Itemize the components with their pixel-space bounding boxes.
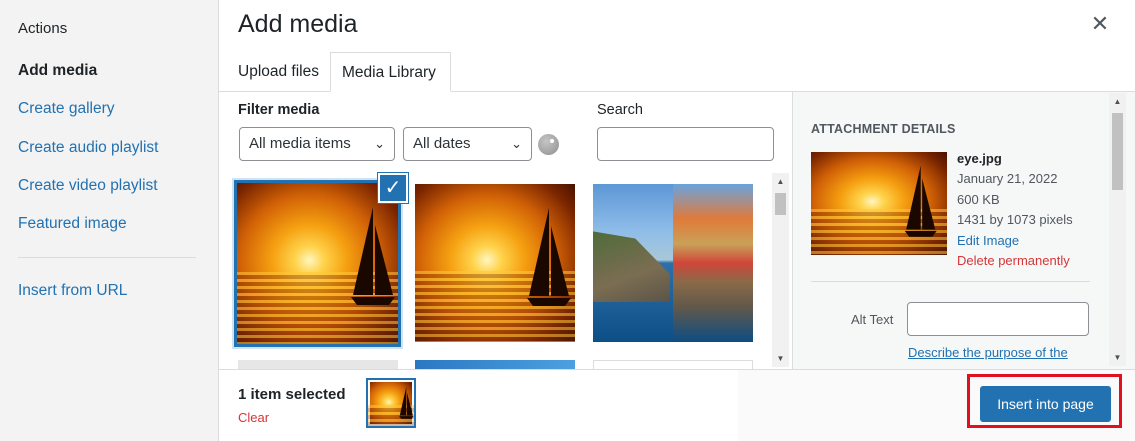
sailboat-graphic bbox=[904, 165, 937, 237]
modal-title: Add media bbox=[238, 10, 358, 38]
clear-selection-link[interactable]: Clear bbox=[238, 410, 269, 425]
alt-text-label: Alt Text bbox=[851, 312, 894, 327]
menu-item-create-video-playlist[interactable]: Create video playlist bbox=[18, 177, 158, 195]
sailboat-graphic bbox=[399, 386, 414, 419]
alt-text-input[interactable] bbox=[907, 302, 1089, 336]
details-scrollbar[interactable]: ▲ ▼ bbox=[1109, 93, 1126, 366]
date-filter-value: All dates bbox=[413, 135, 471, 152]
attachment-thumbnail-selected[interactable] bbox=[234, 180, 401, 347]
sailboat-graphic bbox=[527, 208, 571, 306]
details-separator bbox=[811, 281, 1090, 282]
attachment-preview bbox=[811, 152, 947, 255]
selected-attachment-mini[interactable] bbox=[366, 378, 416, 428]
attachment-size: 600 KB bbox=[957, 192, 1000, 207]
search-input[interactable] bbox=[597, 127, 774, 161]
close-icon[interactable]: ✕ bbox=[1088, 12, 1112, 36]
menu-item-add-media[interactable]: Add media bbox=[18, 62, 97, 80]
scroll-up-icon[interactable]: ▲ bbox=[772, 173, 789, 190]
sailboat-graphic bbox=[351, 207, 395, 305]
attachment-thumbnail[interactable] bbox=[415, 184, 575, 342]
scrollbar-thumb[interactable] bbox=[775, 193, 786, 215]
search-label: Search bbox=[597, 102, 643, 118]
tab-media-library[interactable]: Media Library bbox=[330, 52, 451, 92]
media-type-select[interactable]: All media items ⌄ bbox=[239, 127, 395, 161]
media-type-value: All media items bbox=[249, 135, 351, 152]
tab-upload-files[interactable]: Upload files bbox=[227, 52, 330, 92]
media-menu: Actions Add media Create gallery Create … bbox=[0, 0, 219, 441]
attachment-filename: eye.jpg bbox=[957, 151, 1002, 166]
date-filter-select[interactable]: All dates ⌄ bbox=[403, 127, 532, 161]
media-grid-scrollbar[interactable]: ▲ ▼ bbox=[772, 173, 789, 367]
chevron-down-icon: ⌄ bbox=[511, 136, 522, 151]
attachment-dimensions: 1431 by 1073 pixels bbox=[957, 212, 1073, 227]
scroll-down-icon[interactable]: ▼ bbox=[772, 350, 789, 367]
describe-purpose-link[interactable]: Describe the purpose of the bbox=[908, 345, 1068, 360]
add-media-modal: Actions Add media Create gallery Create … bbox=[0, 0, 1135, 441]
filter-media-label: Filter media bbox=[238, 102, 320, 118]
menu-separator bbox=[18, 257, 196, 258]
menu-item-featured-image[interactable]: Featured image bbox=[18, 215, 127, 233]
attachment-thumbnail[interactable] bbox=[593, 184, 753, 342]
menu-item-create-audio-playlist[interactable]: Create audio playlist bbox=[18, 139, 158, 157]
menu-item-insert-from-url[interactable]: Insert from URL bbox=[18, 282, 127, 300]
menu-item-create-gallery[interactable]: Create gallery bbox=[18, 100, 115, 118]
scrollbar-thumb[interactable] bbox=[1112, 113, 1123, 190]
attachment-date: January 21, 2022 bbox=[957, 171, 1058, 186]
insert-into-page-button[interactable]: Insert into page bbox=[980, 386, 1111, 422]
actions-heading: Actions bbox=[18, 20, 68, 37]
edit-image-link[interactable]: Edit Image bbox=[957, 233, 1019, 248]
chevron-down-icon: ⌄ bbox=[374, 136, 385, 151]
checkmark-icon[interactable]: ✓ bbox=[378, 173, 408, 203]
scroll-up-icon[interactable]: ▲ bbox=[1109, 93, 1126, 110]
scroll-down-icon[interactable]: ▼ bbox=[1109, 349, 1126, 366]
loading-spinner-icon bbox=[538, 134, 559, 155]
attachment-details-heading: ATTACHMENT DETAILS bbox=[811, 122, 956, 136]
selection-count: 1 item selected bbox=[238, 386, 346, 403]
delete-permanently-link[interactable]: Delete permanently bbox=[957, 253, 1070, 268]
